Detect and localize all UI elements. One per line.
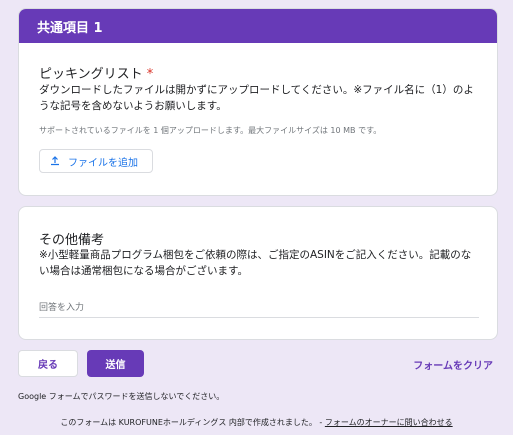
question-description: ※小型軽量商品プログラム梱包をご依頼の際は、ご指定のASINをご記入ください。記… bbox=[39, 249, 472, 277]
upload-note: サポートされているファイルを 1 個アップロードします。最大ファイルサイズは 1… bbox=[39, 126, 382, 135]
section-header: 共通項目 1 bbox=[19, 9, 497, 43]
contact-owner-link[interactable]: フォームのオーナーに問い合わせる bbox=[325, 418, 453, 427]
clear-form-link[interactable]: フォームをクリア bbox=[413, 357, 493, 372]
question-title-text: ピッキングリスト bbox=[39, 67, 143, 82]
question-description: ダウンロードしたファイルは開かずにアップロードしてください。※ファイル名に（1）… bbox=[39, 84, 474, 112]
submit-button-label: 送信 bbox=[105, 360, 126, 371]
question-card-other-notes: その他備考 ※小型軽量商品プログラム梱包をご依頼の際は、ご指定のASINをご記入… bbox=[18, 206, 498, 340]
answer-input[interactable] bbox=[39, 299, 479, 318]
question-title: その他備考 bbox=[39, 229, 104, 248]
question-title-text: その他備考 bbox=[39, 233, 105, 248]
submit-button[interactable]: 送信 bbox=[87, 350, 144, 377]
created-by-text: このフォームは KUROFUNEホールディングス 内部で作成されました。 - bbox=[60, 418, 325, 427]
add-file-button[interactable]: ファイルを追加 bbox=[39, 149, 153, 173]
back-button-label: 戻る bbox=[38, 360, 58, 371]
upload-icon bbox=[51, 156, 59, 166]
back-button[interactable]: 戻る bbox=[18, 350, 78, 377]
question-title: ピッキングリスト * bbox=[39, 63, 153, 82]
question-card-picking-list: 共通項目 1 ピッキングリスト * ダウンロードしたファイルは開かずにアップロー… bbox=[18, 8, 498, 196]
add-file-label: ファイルを追加 bbox=[68, 157, 138, 169]
required-asterisk: * bbox=[146, 67, 154, 82]
section-title: 共通項目 1 bbox=[37, 20, 103, 36]
created-by-footer: このフォームは KUROFUNEホールディングス 内部で作成されました。 - フ… bbox=[0, 417, 513, 428]
password-warning: Google フォームでパスワードを送信しないでください。 bbox=[18, 392, 225, 401]
